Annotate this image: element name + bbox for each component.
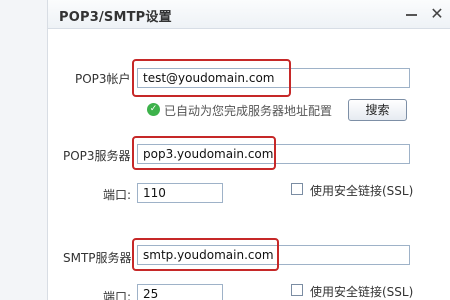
dialog-titlebar: POP3/SMTP设置 ✕ [48, 0, 450, 29]
pop3-port-label: 端口: [103, 188, 132, 202]
smtp-ssl-checkbox[interactable] [291, 284, 303, 296]
background-panel [0, 0, 48, 300]
smtp-ssl-label: 使用安全链接(SSL) [310, 285, 414, 299]
search-button[interactable]: 搜索 [348, 99, 407, 121]
pop3-server-input[interactable]: pop3.youdomain.com [137, 144, 410, 164]
smtp-server-label: SMTP服务器 [63, 251, 132, 265]
pop3-port-input[interactable]: 110 [137, 183, 223, 203]
auto-config-status: 已自动为您完成服务器地址配置 [164, 104, 333, 118]
pop3-account-label: POP3帐户 [75, 72, 131, 86]
check-circle-icon: ✓ [147, 103, 160, 116]
smtp-port-label: 端口: [103, 290, 132, 300]
smtp-port-input[interactable]: 25 [137, 284, 223, 300]
dialog-title: POP3/SMTP设置 [59, 10, 172, 25]
pop3-ssl-checkbox[interactable] [291, 183, 303, 195]
pop3-ssl-label: 使用安全链接(SSL) [310, 184, 414, 198]
pop3-account-input[interactable]: test@youdomain.com [137, 68, 410, 88]
close-icon[interactable]: ✕ [428, 4, 446, 23]
pop3-server-label: POP3服务器 [63, 149, 131, 163]
smtp-server-input[interactable]: smtp.youdomain.com [137, 245, 410, 265]
screenshot: POP3/SMTP设置 ✕ POP3帐户 test@youdomain.com … [0, 0, 450, 300]
minimize-icon[interactable] [402, 4, 420, 22]
pop3-smtp-dialog: POP3/SMTP设置 ✕ POP3帐户 test@youdomain.com … [48, 0, 450, 300]
